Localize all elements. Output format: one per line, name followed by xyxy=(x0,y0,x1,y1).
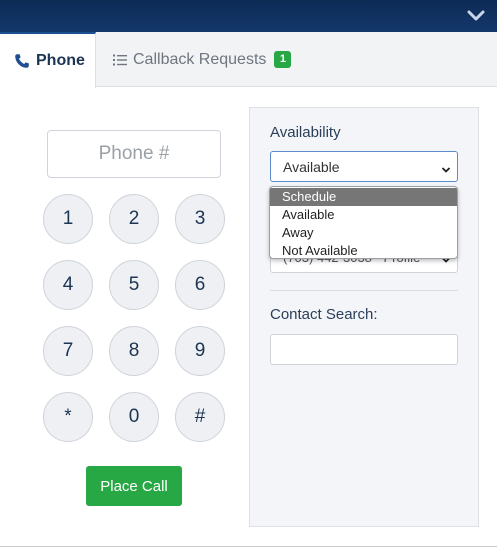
availability-select[interactable]: Available xyxy=(270,151,458,182)
top-header-bar xyxy=(0,0,497,32)
phone-number-input[interactable] xyxy=(47,130,221,178)
availability-option-available[interactable]: Available xyxy=(270,206,457,224)
chevron-down-icon xyxy=(441,162,451,178)
contact-search-label: Contact Search: xyxy=(270,306,378,323)
dial-key-1[interactable]: 1 xyxy=(43,194,93,244)
phone-icon xyxy=(14,53,30,69)
contact-search-input[interactable] xyxy=(270,334,458,365)
availability-option-schedule[interactable]: Schedule xyxy=(270,188,457,206)
availability-option-not-available[interactable]: Not Available xyxy=(270,242,457,258)
dial-key-star[interactable]: * xyxy=(43,392,93,442)
dial-key-9[interactable]: 9 xyxy=(175,326,225,376)
dial-key-0[interactable]: 0 xyxy=(109,392,159,442)
availability-label: Availability xyxy=(270,124,341,141)
availability-option-away[interactable]: Away xyxy=(270,224,457,242)
dial-key-3[interactable]: 3 xyxy=(175,194,225,244)
chevron-down-icon[interactable] xyxy=(465,5,487,27)
tab-phone-label: Phone xyxy=(36,52,85,69)
dial-key-6[interactable]: 6 xyxy=(175,260,225,310)
dial-key-4[interactable]: 4 xyxy=(43,260,93,310)
tab-bar: Phone Callback Requests 1 xyxy=(0,32,497,88)
availability-selected-value: Available xyxy=(283,158,340,175)
list-icon xyxy=(112,52,128,68)
dial-key-2[interactable]: 2 xyxy=(109,194,159,244)
dial-key-8[interactable]: 8 xyxy=(109,326,159,376)
panel-divider xyxy=(270,290,458,291)
tab-callback-requests[interactable]: Callback Requests 1 xyxy=(112,32,292,87)
dial-key-hash[interactable]: # xyxy=(175,392,225,442)
tab-callback-label: Callback Requests xyxy=(133,50,267,68)
dial-key-5[interactable]: 5 xyxy=(109,260,159,310)
place-call-button[interactable]: Place Call xyxy=(86,466,182,506)
tab-phone[interactable]: Phone xyxy=(0,32,96,88)
availability-dropdown-list: Schedule Available Away Not Available xyxy=(269,186,458,259)
callback-count-badge: 1 xyxy=(274,51,292,68)
bottom-border xyxy=(0,546,497,547)
dial-key-7[interactable]: 7 xyxy=(43,326,93,376)
